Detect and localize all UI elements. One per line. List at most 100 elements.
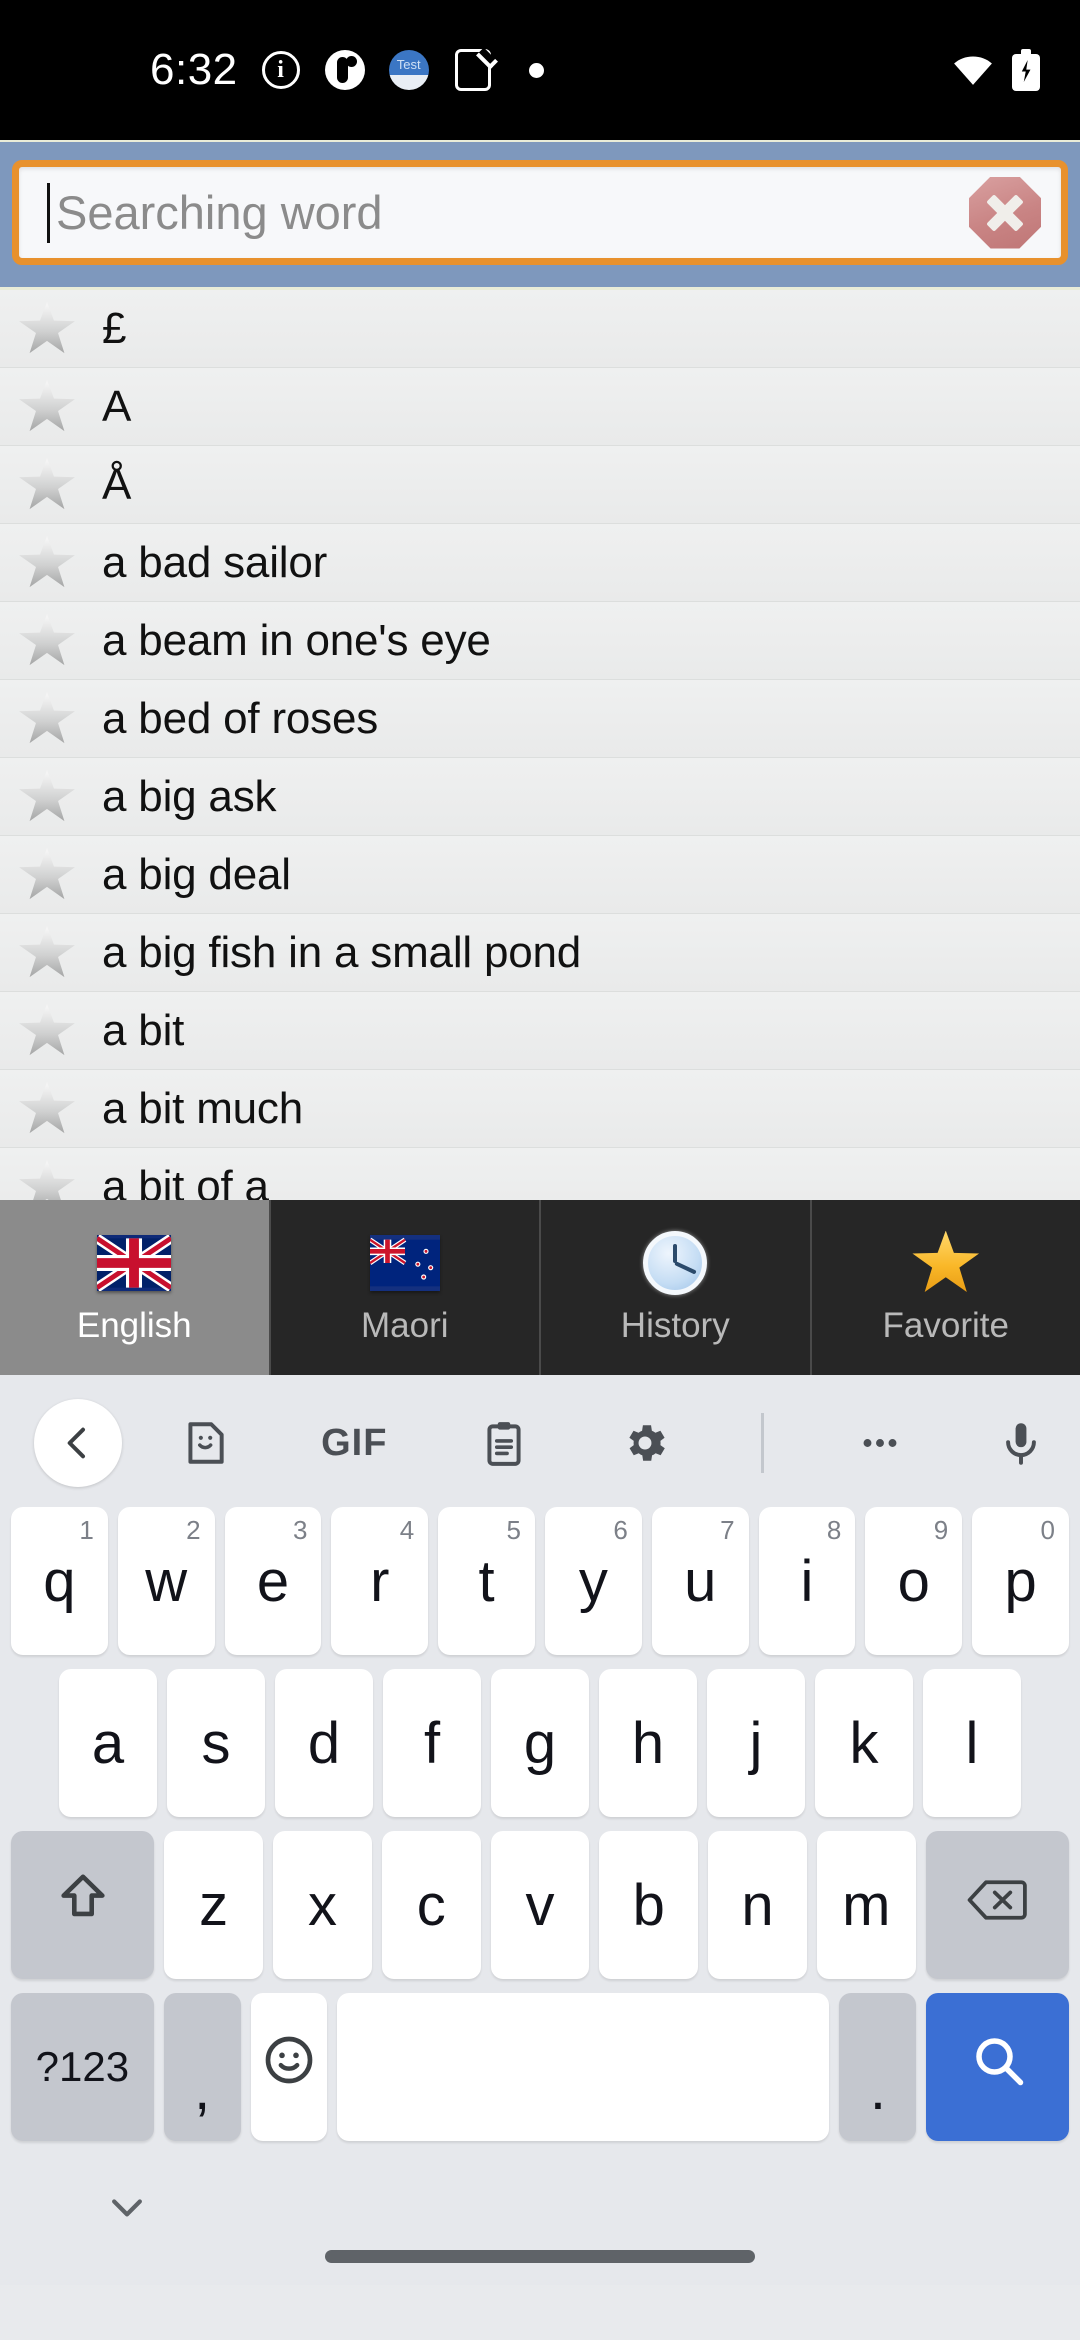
key-label: f <box>423 1710 441 1776</box>
microphone-icon[interactable] <box>996 1418 1046 1468</box>
key-w[interactable]: 2 w <box>117 1507 215 1655</box>
settings-gear-icon[interactable] <box>620 1418 670 1468</box>
star-outline-icon[interactable] <box>19 1081 75 1134</box>
status-bar-clock: 6:32 <box>150 45 238 94</box>
star-outline-icon[interactable] <box>19 379 75 432</box>
star-outline-icon[interactable] <box>19 457 75 510</box>
key-label: r <box>370 1548 390 1614</box>
star-outline-icon[interactable] <box>19 925 75 978</box>
status-bar: 6:32 i Test <box>0 0 1080 140</box>
key-r[interactable]: 4 r <box>331 1507 429 1655</box>
key-label: p <box>1004 1548 1037 1614</box>
star-outline-icon[interactable] <box>19 1003 75 1056</box>
key-f[interactable]: f <box>383 1669 481 1817</box>
gif-icon[interactable]: GIF <box>321 1422 387 1465</box>
key-label: c <box>416 1872 446 1938</box>
info-icon: i <box>260 49 302 91</box>
key-p[interactable]: 0 p <box>972 1507 1069 1655</box>
key-z[interactable]: z <box>164 1831 264 1979</box>
shift-key[interactable] <box>11 1831 155 1979</box>
key-m[interactable]: m <box>816 1831 916 1979</box>
phone-check-icon <box>452 47 498 91</box>
tab-favorite[interactable]: Favorite <box>811 1200 1080 1375</box>
chevron-down-icon[interactable] <box>105 2185 149 2234</box>
toolbar-divider <box>760 1413 764 1473</box>
word-label: a bit <box>102 1005 185 1055</box>
key-b[interactable]: b <box>599 1831 699 1979</box>
clipboard-icon[interactable] <box>479 1418 529 1468</box>
key-label: l <box>965 1710 979 1776</box>
search-header: Searching word <box>0 140 1080 290</box>
search-placeholder: Searching word <box>56 186 383 239</box>
star-outline-icon[interactable] <box>19 301 75 354</box>
list-item[interactable]: a big ask <box>0 758 1080 836</box>
keyboard-row-1: 1 q 2 w 3 e 4 r 5 t 6 y 7 u 8 i 9 o 0 p <box>6 1507 1074 1655</box>
star-outline-icon[interactable] <box>19 535 75 588</box>
list-item[interactable]: Å <box>0 446 1080 524</box>
key-c[interactable]: c <box>381 1831 481 1979</box>
emoji-key[interactable] <box>250 1993 328 2141</box>
list-item[interactable]: a bad sailor <box>0 524 1080 602</box>
gesture-home-bar[interactable] <box>325 2250 755 2263</box>
clear-octagon-icon[interactable] <box>969 176 1041 249</box>
star-outline-icon[interactable] <box>19 691 75 744</box>
backspace-key[interactable] <box>925 1831 1069 1979</box>
key-x[interactable]: x <box>273 1831 372 1979</box>
key-label: o <box>897 1548 930 1614</box>
period-key[interactable]: . <box>839 1993 917 2141</box>
key-label: t <box>478 1548 495 1614</box>
key-hint: 4 <box>399 1515 415 1545</box>
key-d[interactable]: d <box>275 1669 373 1817</box>
key-s[interactable]: s <box>167 1669 265 1817</box>
list-item[interactable]: a big fish in a small pond <box>0 914 1080 992</box>
key-e[interactable]: 3 e <box>224 1507 322 1655</box>
search-key[interactable] <box>926 1993 1069 2141</box>
symbols-key[interactable]: ?123 <box>11 1993 154 2141</box>
key-a[interactable]: a <box>59 1669 157 1817</box>
text-caret <box>47 182 50 243</box>
key-k[interactable]: k <box>815 1669 913 1817</box>
key-n[interactable]: n <box>708 1831 807 1979</box>
gold-star-icon <box>912 1230 980 1296</box>
key-h[interactable]: h <box>599 1669 697 1817</box>
key-hint: 1 <box>79 1515 94 1545</box>
key-q[interactable]: 1 q <box>11 1507 108 1655</box>
list-item[interactable]: a bit of a <box>0 1148 1080 1200</box>
key-label: d <box>307 1710 341 1776</box>
key-g[interactable]: g <box>491 1669 589 1817</box>
key-t[interactable]: 5 t <box>438 1507 535 1655</box>
tab-english[interactable]: English <box>0 1200 271 1375</box>
star-outline-icon[interactable] <box>19 1159 75 1200</box>
list-item[interactable]: a bit much <box>0 1070 1080 1148</box>
key-i[interactable]: 8 i <box>758 1507 856 1655</box>
list-item[interactable]: £ <box>0 290 1080 368</box>
key-l[interactable]: l <box>923 1669 1021 1817</box>
key-v[interactable]: v <box>490 1831 590 1979</box>
list-item[interactable]: a big deal <box>0 836 1080 914</box>
star-outline-icon[interactable] <box>19 613 75 666</box>
tab-label: Favorite <box>882 1305 1009 1345</box>
sticker-icon[interactable] <box>180 1418 230 1468</box>
key-label: u <box>684 1548 717 1614</box>
key-label: e <box>256 1548 290 1614</box>
key-o[interactable]: 9 o <box>865 1507 963 1655</box>
test-app-icon: Test <box>388 49 430 91</box>
list-item[interactable]: a beam in one's eye <box>0 602 1080 680</box>
key-hint: 0 <box>1040 1515 1055 1545</box>
overflow-dots-icon[interactable] <box>855 1418 905 1468</box>
key-j[interactable]: j <box>707 1669 805 1817</box>
key-y[interactable]: 6 y <box>545 1507 642 1655</box>
search-input[interactable]: Searching word <box>12 160 1068 265</box>
back-chevron-icon[interactable] <box>34 1399 122 1487</box>
star-outline-icon[interactable] <box>19 769 75 822</box>
list-item[interactable]: a bed of roses <box>0 680 1080 758</box>
star-outline-icon[interactable] <box>19 847 75 900</box>
word-list[interactable]: £ A Å a bad sailor a beam in one's eye a… <box>0 290 1080 1200</box>
tab-history[interactable]: History <box>541 1200 812 1375</box>
list-item[interactable]: A <box>0 368 1080 446</box>
tab-maori[interactable]: Maori <box>270 1200 541 1375</box>
key-u[interactable]: 7 u <box>651 1507 749 1655</box>
comma-key[interactable]: , <box>163 1993 241 2141</box>
list-item[interactable]: a bit <box>0 992 1080 1070</box>
space-key[interactable] <box>337 1993 830 2141</box>
